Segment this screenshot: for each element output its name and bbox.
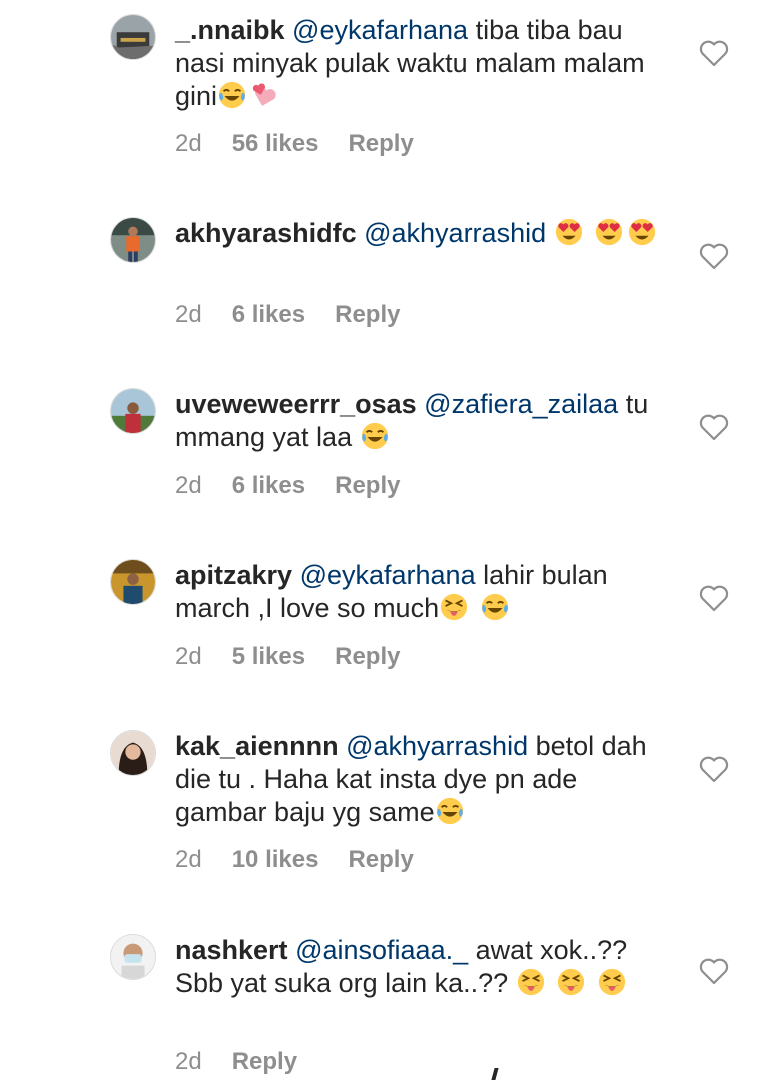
comment-mention[interactable]: @eykafarhana [300,560,476,590]
comment-meta: 2d 5 likes Reply [175,643,430,671]
comment-mention[interactable]: @akhyarrashid [346,731,528,761]
comment-likes[interactable]: 56 likes [232,130,319,157]
comment-likes[interactable]: 6 likes [232,301,305,328]
squinting-face-with-tongue-icon [439,592,472,622]
face-with-tears-of-joy-icon [360,421,393,451]
comment-mention[interactable]: @ainsofiaaa._ [295,935,468,965]
avatar-akhyarashidfc[interactable] [110,217,156,263]
comment-time: 2d [175,643,202,670]
like-button[interactable] [698,241,730,271]
comment-likes[interactable]: 10 likes [232,846,319,873]
comment-meta: 2d 56 likes Reply [175,130,444,158]
heart-eyes-icon [627,217,660,247]
face-with-tears-of-joy-icon [480,592,513,622]
heart-outline-icon [699,414,729,441]
squinting-face-with-tongue-icon [516,967,549,997]
comment-username[interactable]: kak_aiennnn [175,731,339,761]
like-button[interactable] [698,956,730,986]
reply-button[interactable]: Reply [348,846,413,873]
avatar-nashkert[interactable] [110,934,156,980]
comment-meta: 2d Reply [175,1048,327,1076]
comment-mention[interactable]: @eykafarhana [292,15,468,45]
comment-time: 2d [175,301,202,328]
profile-avatar-icon [111,560,155,604]
reply-button[interactable]: Reply [335,643,400,670]
reply-button[interactable]: Reply [348,130,413,157]
like-button[interactable] [698,583,730,613]
profile-avatar-icon [111,389,155,433]
comment-username[interactable]: nashkert [175,935,288,965]
avatar-apitzakry[interactable] [110,559,156,605]
heart-outline-icon [699,958,729,985]
profile-avatar-icon [111,731,155,775]
like-button[interactable] [698,412,730,442]
heart-outline-icon [699,40,729,67]
comment-text: uveweweerrr_osas @zafiera_zailaa tu mman… [175,388,665,454]
comment-username[interactable]: uveweweerrr_osas [175,389,417,419]
heart-outline-icon [699,756,729,783]
comment-text: kak_aiennnn @akhyarrashid betol dah die … [175,730,665,829]
avatar-kak-aiennnn[interactable] [110,730,156,776]
face-with-tears-of-joy-icon [217,80,250,110]
comment-username[interactable]: apitzakry [175,560,292,590]
comment-username[interactable]: _.nnaibk [175,15,285,45]
comment-time: 2d [175,1048,202,1075]
comment-body [546,218,554,248]
comment-time: 2d [175,846,202,873]
comment-text: apitzakry @eykafarhana lahir bulan march… [175,559,665,625]
comment-text: nashkert @ainsofiaaa._ awat xok..?? Sbb … [175,934,665,1000]
comment-text: akhyarashidfc @akhyarrashid [175,217,665,250]
comment-text: _.nnaibk @eykafarhana tiba tiba bau nasi… [175,14,665,113]
comment-meta: 2d 10 likes Reply [175,846,444,874]
squinting-face-with-tongue-icon [556,967,589,997]
face-with-tears-of-joy-icon [435,796,468,826]
comment-meta: 2d 6 likes Reply [175,472,430,500]
reply-button[interactable]: Reply [335,472,400,499]
comment-mention[interactable]: @zafiera_zailaa [424,389,618,419]
reply-button[interactable]: Reply [232,1048,297,1075]
comment-meta: 2d 6 likes Reply [175,301,430,329]
text-cursor-mark [491,1068,499,1080]
avatar-uveweweerrr-osas[interactable] [110,388,156,434]
comment-likes[interactable]: 5 likes [232,643,305,670]
squinting-face-with-tongue-icon [597,967,630,997]
comment-likes[interactable]: 6 likes [232,472,305,499]
comment-username[interactable]: akhyarashidfc [175,218,357,248]
heart-outline-icon [699,585,729,612]
comment-time: 2d [175,472,202,499]
avatar-nnaibk[interactable] [110,14,156,60]
revolving-hearts-icon [250,80,283,110]
profile-avatar-icon [111,935,155,979]
heart-eyes-icon [554,217,587,247]
heart-eyes-icon [594,217,627,247]
profile-avatar-icon [111,218,155,262]
like-button[interactable] [698,38,730,68]
heart-outline-icon [699,243,729,270]
comment-mention[interactable]: @akhyarrashid [364,218,546,248]
reply-button[interactable]: Reply [335,301,400,328]
comment-time: 2d [175,130,202,157]
profile-avatar-icon [111,15,155,59]
like-button[interactable] [698,754,730,784]
